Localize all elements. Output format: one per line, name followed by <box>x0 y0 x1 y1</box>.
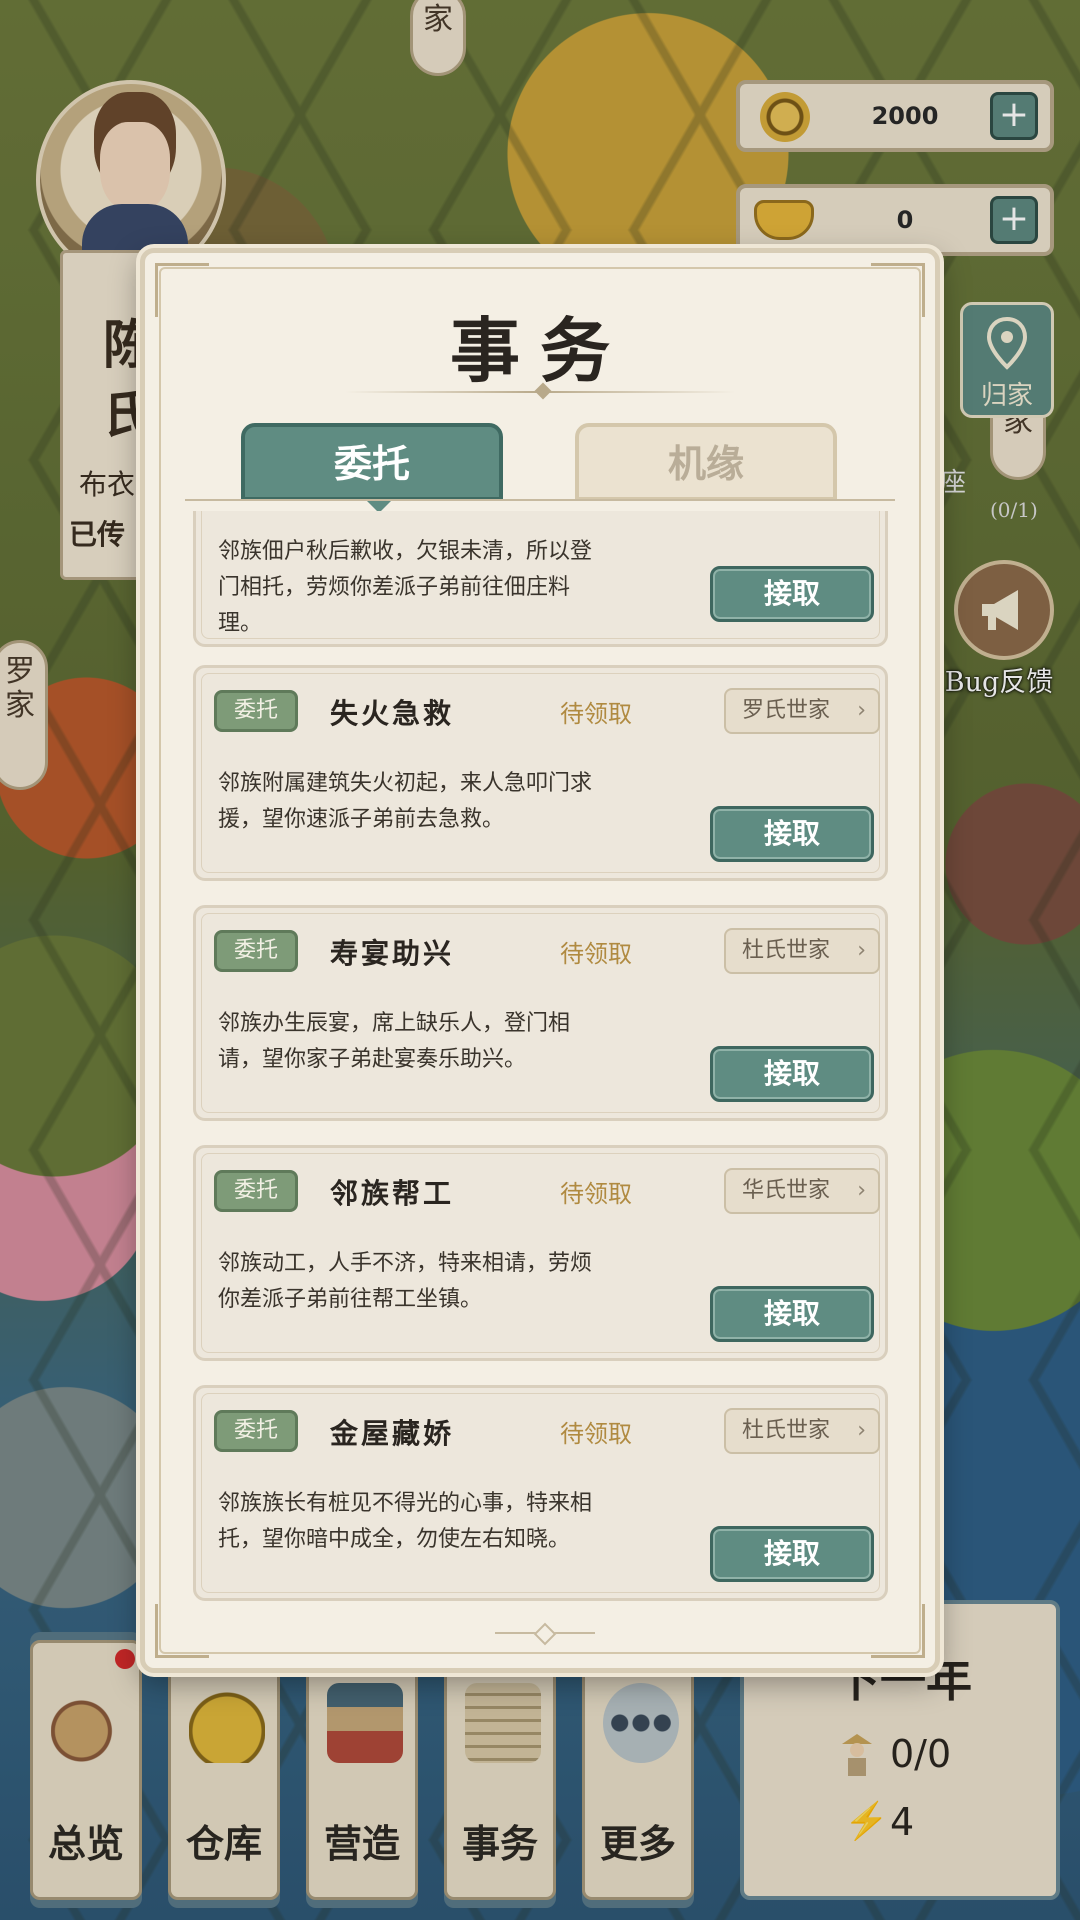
accept-button[interactable]: 接取 <box>710 806 874 862</box>
task-card: 委托 金屋藏娇 待领取 杜氏世家 › 邻族族长有桩见不得光的心事，特来相 托，望你… <box>193 1385 888 1601</box>
accept-button[interactable]: 接取 <box>710 1046 874 1102</box>
clan-link-button[interactable]: 罗氏世家 › <box>724 688 880 734</box>
task-description: 邻族办生辰宴，席上缺乐人，登门相 请，望你家子弟赴宴奏乐助兴。 <box>218 1006 648 1078</box>
accept-button[interactable]: 接取 <box>710 1286 874 1342</box>
chevron-right-icon: › <box>857 698 866 723</box>
task-card: 委托 失火急救 待领取 罗氏世家 › 邻族附属建筑失火初起，来人急叩门求 援，望你… <box>193 665 888 881</box>
commission-badge: 委托 <box>214 1170 298 1212</box>
commission-badge: 委托 <box>214 930 298 972</box>
chevron-right-icon: › <box>857 1418 866 1443</box>
task-title: 寿宴助兴 <box>330 937 455 970</box>
tab-divider <box>185 499 895 501</box>
bottom-ornament <box>495 1632 595 1634</box>
task-description-line: 邻族动工，人手不济，特来相请，劳烦 <box>218 1251 593 1276</box>
task-card: 邻族佃户秋后歉收，欠银未清，所以登 门相托，劳烦你差派子弟前往佃庄料 理。 接取 <box>193 511 888 647</box>
affairs-dialog: 事务 委托 机缘 邻族佃户秋后歉收，欠银未清，所以登 门相托，劳烦你差派子弟前往… <box>140 248 940 1673</box>
task-status: 待领取 <box>560 940 632 968</box>
clan-name: 杜氏世家 <box>742 1418 831 1443</box>
task-description-line: 援，望你速派子弟前去急救。 <box>218 807 505 832</box>
task-description: 邻族动工，人手不济，特来相请，劳烦 你差派子弟前往帮工坐镇。 <box>218 1246 648 1318</box>
task-description-line: 邻族办生辰宴，席上缺乐人，登门相 <box>218 1011 571 1036</box>
clan-name: 罗氏世家 <box>742 698 831 723</box>
task-description-line: 理。 <box>218 611 263 636</box>
tab-commissions[interactable]: 委托 <box>241 423 503 513</box>
task-title: 失火急救 <box>330 697 455 730</box>
task-description: 邻族附属建筑失火初起，来人急叩门求 援，望你速派子弟前去急救。 <box>218 766 648 838</box>
chevron-right-icon: › <box>857 1178 866 1203</box>
accept-button[interactable]: 接取 <box>710 566 874 622</box>
chevron-right-icon: › <box>857 938 866 963</box>
clan-link-button[interactable]: 杜氏世家 › <box>724 1408 880 1454</box>
task-description: 邻族族长有桩见不得光的心事，特来相 托，望你暗中成全，勿使左右知晓。 <box>218 1486 648 1558</box>
task-list[interactable]: 邻族佃户秋后歉收，欠银未清，所以登 门相托，劳烦你差派子弟前往佃庄料 理。 接取… <box>193 511 888 1623</box>
task-description-line: 邻族族长有桩见不得光的心事，特来相 <box>218 1491 593 1516</box>
task-description-line: 你差派子弟前往帮工坐镇。 <box>218 1287 483 1312</box>
task-description-line: 请，望你家子弟赴宴奏乐助兴。 <box>218 1047 527 1072</box>
task-status: 待领取 <box>560 700 632 728</box>
task-description-line: 邻族附属建筑失火初起，来人急叩门求 <box>218 771 593 796</box>
dialog-title: 事务 <box>450 309 630 392</box>
clan-link-button[interactable]: 杜氏世家 › <box>724 928 880 974</box>
task-title: 金屋藏娇 <box>330 1417 455 1450</box>
tab-opportunities[interactable]: 机缘 <box>575 423 837 501</box>
commission-badge: 委托 <box>214 690 298 732</box>
clan-link-button[interactable]: 华氏世家 › <box>724 1168 880 1214</box>
task-description-line: 邻族佃户秋后歉收，欠银未清，所以登 <box>218 539 593 564</box>
task-status: 待领取 <box>560 1180 632 1208</box>
task-description-line: 托，望你暗中成全，勿使左右知晓。 <box>218 1527 571 1552</box>
task-card: 委托 寿宴助兴 待领取 杜氏世家 › 邻族办生辰宴，席上缺乐人，登门相 请，望你家… <box>193 905 888 1121</box>
clan-name: 杜氏世家 <box>742 938 831 963</box>
commission-badge: 委托 <box>214 1410 298 1452</box>
task-description-line: 门相托，劳烦你差派子弟前往佃庄料 <box>218 575 571 600</box>
task-card: 委托 邻族帮工 待领取 华氏世家 › 邻族动工，人手不济，特来相请，劳烦 你差派子… <box>193 1145 888 1361</box>
task-description: 邻族佃户秋后歉收，欠银未清，所以登 门相托，劳烦你差派子弟前往佃庄料 理。 <box>218 534 648 642</box>
task-title: 邻族帮工 <box>330 1177 455 1210</box>
clan-name: 华氏世家 <box>742 1178 831 1203</box>
accept-button[interactable]: 接取 <box>710 1526 874 1582</box>
task-status: 待领取 <box>560 1420 632 1448</box>
